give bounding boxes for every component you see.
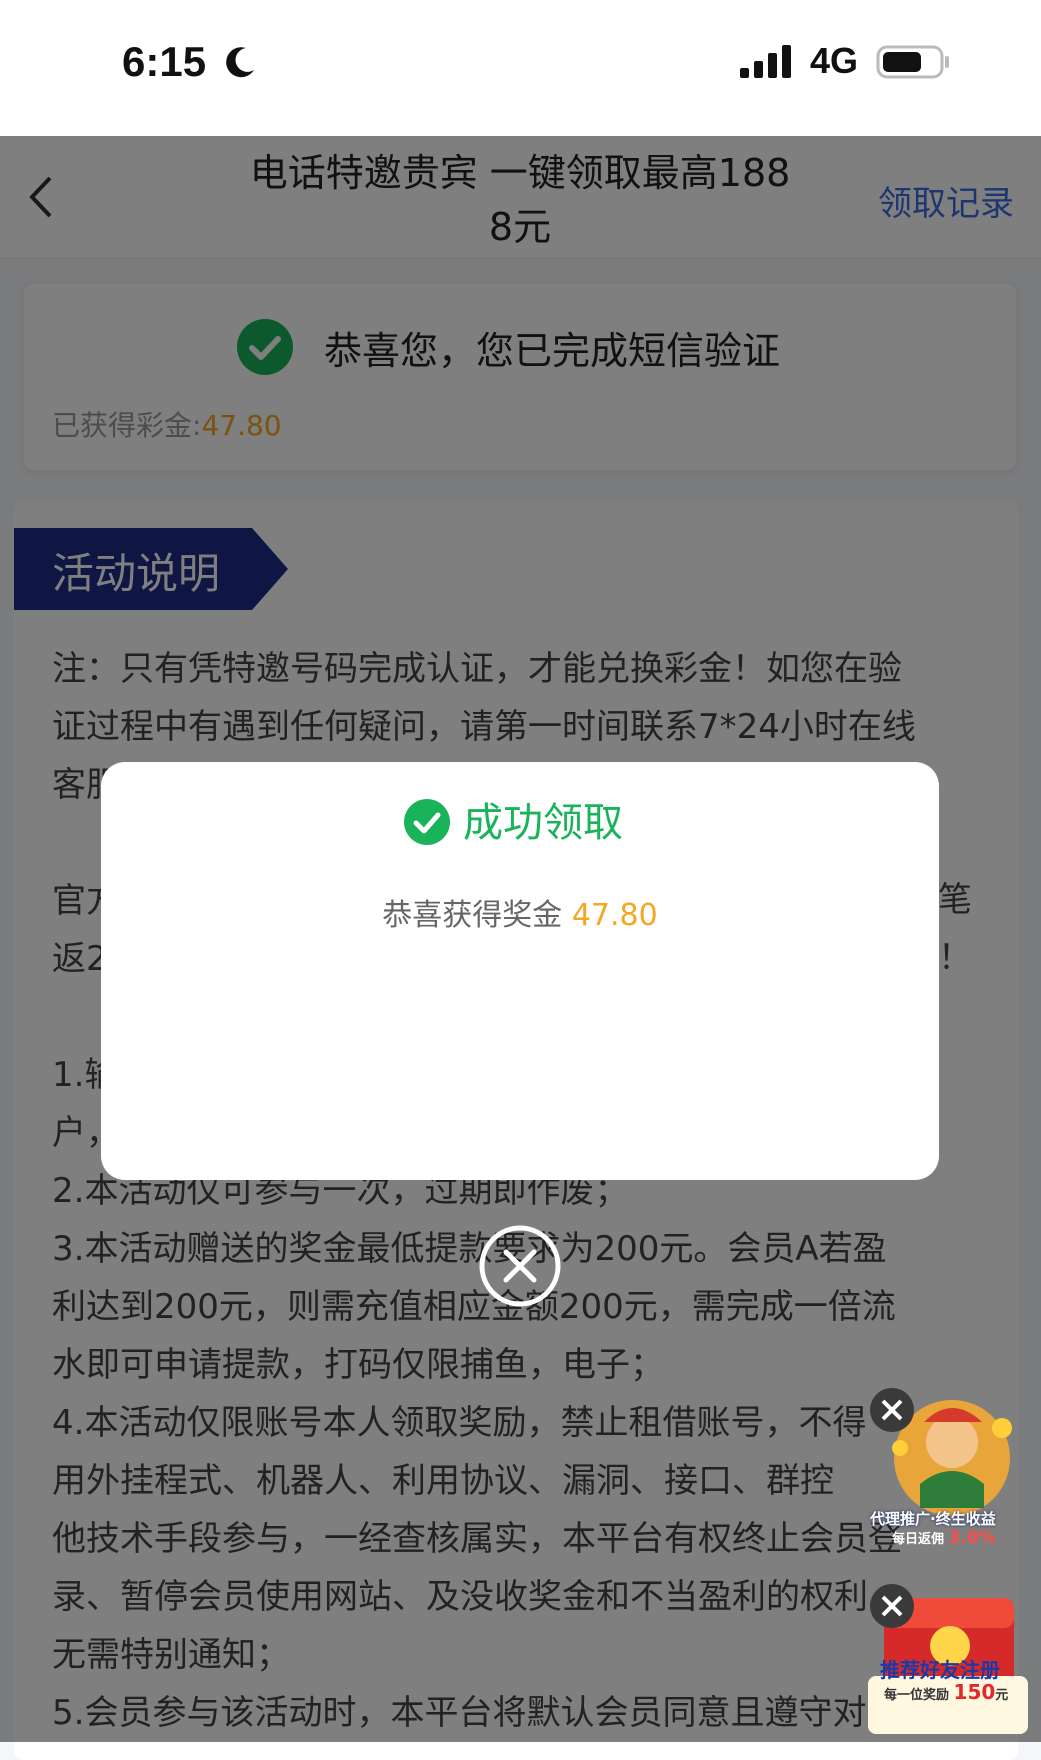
referral-promo-unit: 元 [995,1688,1009,1703]
modal-close-icon[interactable] [478,1224,562,1308]
status-bar: 6:15 4G [0,0,1041,136]
signal-icon [740,45,791,78]
status-time: 6:15 [122,38,207,85]
modal-amount: 47.80 [571,898,658,933]
modal-title: 成功领取 [463,800,623,846]
referral-promo-amount: 150 [953,1680,996,1704]
referral-ad-close-icon[interactable] [868,1582,916,1630]
agent-ad-close-icon[interactable] [868,1386,916,1434]
moon-icon [226,47,254,78]
agent-promo-line2: 每日返佣 3.0% [892,1528,996,1548]
modal-text-label: 恭喜获得奖金 [382,898,563,933]
referral-promo-each: 每一位奖励 [884,1688,950,1703]
agent-promo-line1: 代理推广·终生收益 [870,1510,996,1528]
network-type: 4G [810,40,859,81]
agent-promo-daily: 每日返佣 [892,1532,945,1547]
check-circle-icon [404,799,450,845]
success-modal: 成功领取 恭喜获得奖金 47.80 [101,762,939,1180]
agent-promo-rate: 3.0% [948,1528,996,1548]
modal-message: 恭喜获得奖金 47.80 [101,890,939,934]
referral-promo-line2: 每一位奖励 150元 [884,1680,1008,1704]
referral-promo-line1: 推荐好友注册 [880,1658,1000,1682]
battery-icon [876,45,949,79]
